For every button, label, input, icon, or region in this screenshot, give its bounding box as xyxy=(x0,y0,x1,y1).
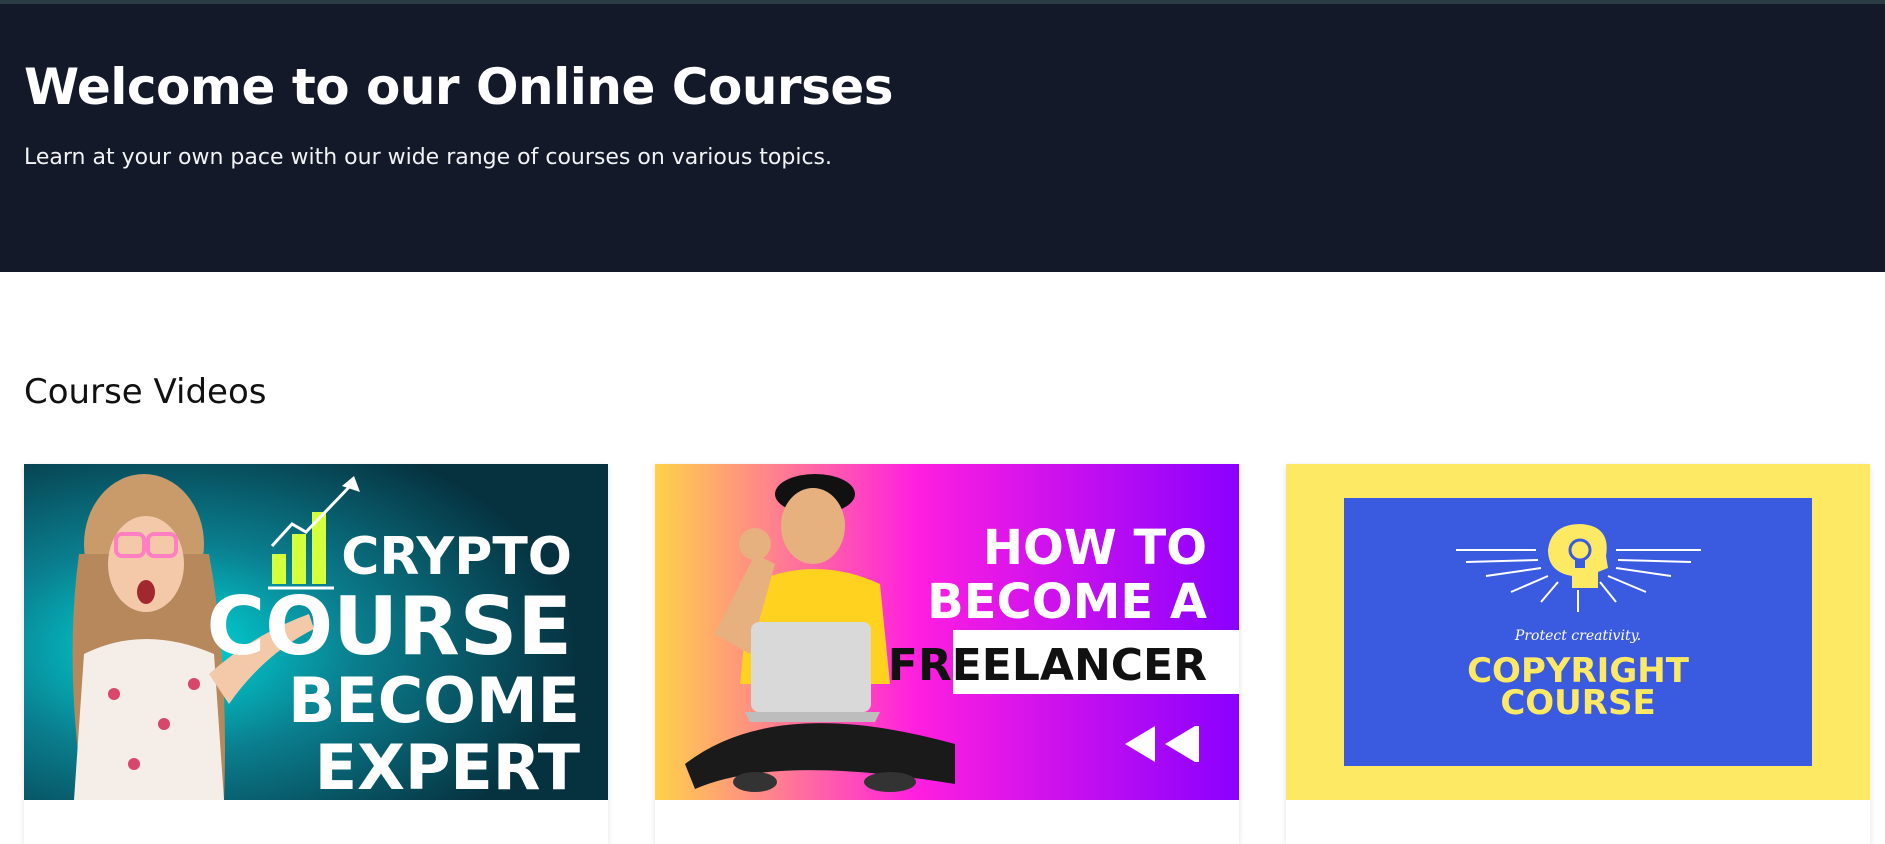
thumb-text: COURSE xyxy=(1500,683,1655,723)
hero-title: Welcome to our Online Courses xyxy=(24,58,894,116)
course-card-freelancer[interactable]: HOW TO BECOME A FREELANCER xyxy=(655,464,1239,844)
course-card-copyright[interactable]: Protect creativity. COPYRIGHT COURSE xyxy=(1286,464,1870,844)
thumb-text: EXPERT xyxy=(315,731,580,800)
course-thumbnail-crypto[interactable]: CRYPTO COURSE BECOME EXPERT xyxy=(24,464,608,800)
course-card-crypto[interactable]: CRYPTO COURSE BECOME EXPERT xyxy=(24,464,608,844)
thumb-text: HOW TO xyxy=(983,520,1207,576)
course-thumbnail-freelancer[interactable]: HOW TO BECOME A FREELANCER xyxy=(655,464,1239,800)
thumb-text: BECOME A xyxy=(927,574,1207,630)
hero-banner: Welcome to our Online Courses Learn at y… xyxy=(0,4,1885,272)
section-title: Course Videos xyxy=(24,372,267,412)
thumb-text: FREELANCER xyxy=(888,640,1207,691)
thumb-text: CRYPTO xyxy=(341,527,572,587)
thumb-text: COURSE xyxy=(206,580,572,673)
thumb-text: BECOME xyxy=(288,664,580,737)
hero-subtitle: Learn at your own pace with our wide ran… xyxy=(24,145,832,170)
course-thumbnail-copyright[interactable]: Protect creativity. COPYRIGHT COURSE xyxy=(1286,464,1870,800)
thumb-tagline: Protect creativity. xyxy=(1514,628,1641,644)
